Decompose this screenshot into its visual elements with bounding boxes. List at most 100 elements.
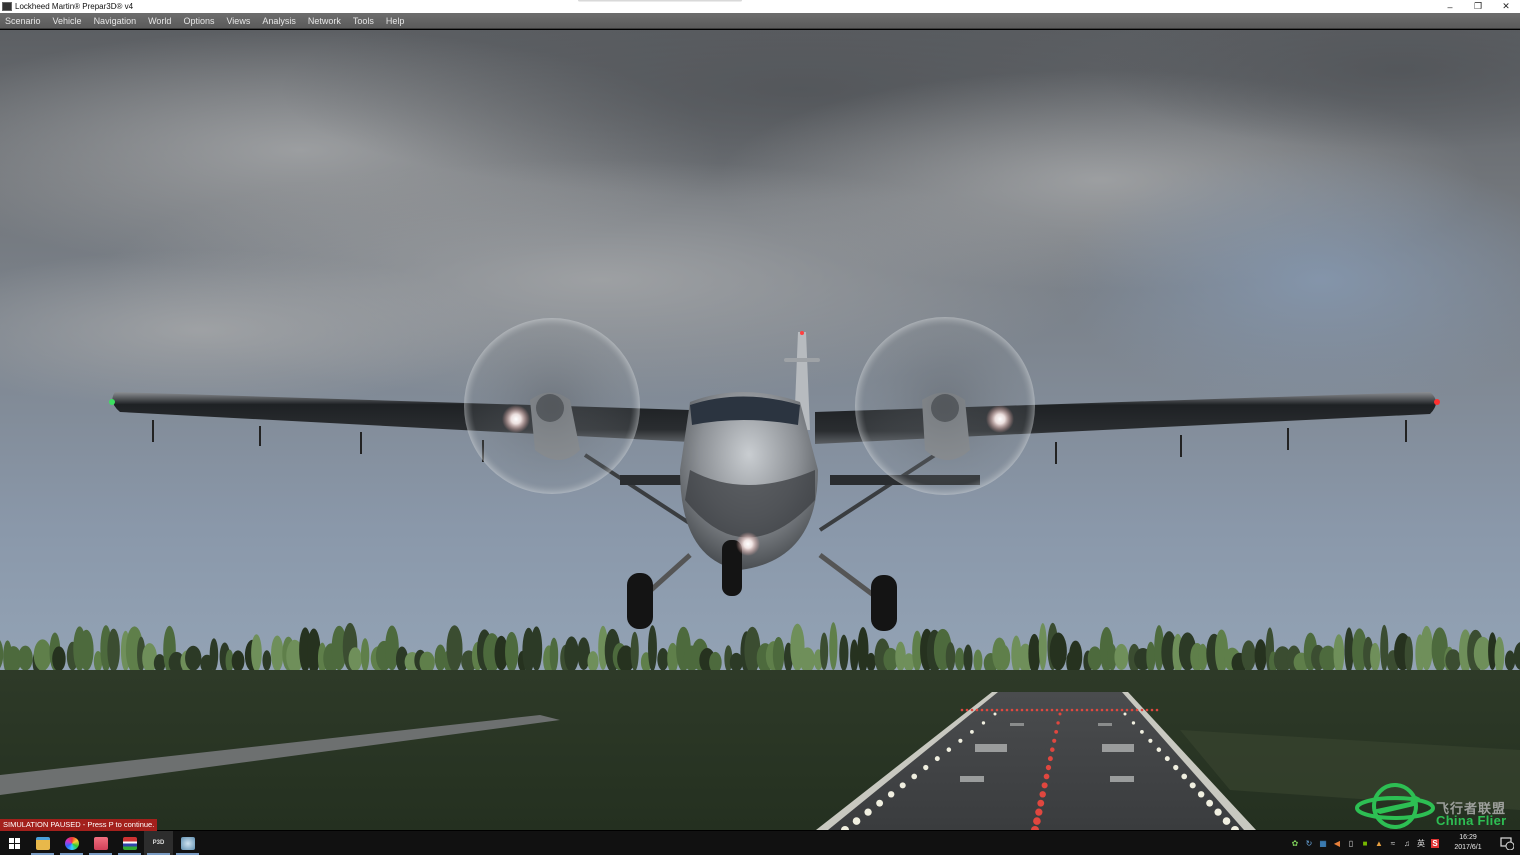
taskbar-flag-app[interactable] [115,831,144,855]
tree [839,634,849,672]
tree [1445,649,1461,672]
tray-usb-icon[interactable]: ▯ [1344,831,1358,855]
edge-light [1140,729,1144,734]
notification-icon [1500,837,1514,850]
start-button[interactable] [0,831,28,855]
tree [857,627,869,674]
taskbar-file-explorer[interactable] [28,831,57,855]
left-landing-light [502,405,530,433]
tray-speaker-icon[interactable]: ♫ [1400,831,1414,855]
tree [799,647,815,673]
edge-light [876,799,884,807]
tray-app-blue-icon[interactable]: ▦ [1316,831,1330,855]
menu-scenario[interactable]: Scenario [0,13,47,29]
threshold-light [1045,708,1049,712]
china-flier-watermark: 飞行者联盟 China Flier [1350,780,1520,832]
china-flier-logo-icon [1355,783,1435,829]
left-nav-light [109,399,115,405]
menu-world[interactable]: World [142,13,177,29]
threshold-light [1115,708,1119,712]
edge-light [1181,773,1188,780]
threshold-light [1140,708,1144,712]
menu-views[interactable]: Views [220,13,256,29]
tree [1420,625,1433,671]
edge-light [899,782,906,789]
edge-light [923,764,929,771]
centerline-light [1039,791,1046,798]
centerline-light [1052,738,1057,743]
threshold-light [1030,708,1034,712]
action-center-button[interactable] [1494,831,1520,855]
restore-button[interactable]: ❐ [1464,0,1492,13]
threshold-light [1080,708,1084,712]
clock-time: 16:29 [1459,834,1477,841]
tray-clock[interactable]: 16:29 2017/6/1 [1442,833,1494,853]
close-button[interactable]: ✕ [1492,0,1520,13]
edge-light [1131,721,1136,725]
taskbar-color-wheel-app[interactable] [57,831,86,855]
threshold-light [1025,708,1029,712]
tray-leaf-icon[interactable]: ✿ [1288,831,1302,855]
menu-tools[interactable]: Tools [347,13,380,29]
threshold-light [1040,708,1044,712]
tray-person-badge-icon[interactable]: ▲ [1372,831,1386,855]
menu-options[interactable]: Options [177,13,220,29]
threshold-light [1130,708,1134,712]
minimize-button[interactable]: – [1436,0,1464,13]
threshold-light [1110,708,1114,712]
threshold-light [970,708,974,712]
edge-light [934,756,940,762]
watermark-english-text: China Flier [1436,813,1507,828]
tree [549,637,559,672]
menu-analysis[interactable]: Analysis [256,13,302,29]
tree [231,650,245,672]
tree [866,652,876,672]
window-title: Lockheed Martin® Prepar3D® v4 [15,2,134,11]
centerline-light [1045,764,1052,771]
edge-light [1164,756,1170,762]
menu-network[interactable]: Network [302,13,347,29]
threshold-light [1150,708,1154,712]
threshold-light [980,708,984,712]
threshold-light [1020,708,1024,712]
tree [209,638,219,672]
menu-help[interactable]: Help [380,13,411,29]
menu-vehicle[interactable]: Vehicle [47,13,88,29]
tree [1038,623,1047,671]
tree [850,639,859,673]
centerline-light [1058,712,1062,716]
tree [772,636,785,673]
centerline-light [1037,799,1045,807]
taskbar-p3d[interactable]: P3D [144,831,173,855]
taskbar-pink-app[interactable] [86,831,115,855]
threshold-light [1135,708,1139,712]
threshold-light [1050,708,1054,712]
tree [648,625,657,672]
minimize-icon: – [1447,1,1453,12]
threshold-light [1005,708,1009,712]
tray-network-sync-icon[interactable]: ↻ [1302,831,1316,855]
edge-light [1206,799,1214,807]
menu-navigation[interactable]: Navigation [88,13,143,29]
simulator-viewport[interactable] [0,30,1520,830]
centerline-light [1035,808,1043,816]
tray-orange-arrow-icon[interactable]: ◀ [1330,831,1344,855]
flag-app-icon [122,836,137,850]
edge-light [993,712,997,716]
centerline-light [1047,756,1053,762]
centerline-light [1056,721,1060,725]
tray-wifi-icon[interactable]: ≈ [1386,831,1400,855]
threshold-light [995,708,999,712]
tray-ime-icon[interactable]: 英 [1414,831,1428,855]
tray-nvidia-icon[interactable]: ■ [1358,831,1372,855]
threshold-light [1085,708,1089,712]
tree [1241,640,1256,672]
tree [1028,633,1041,674]
tray-red-s-icon[interactable]: S [1428,831,1442,855]
edge-light [1197,791,1205,798]
globe-app-icon [180,836,195,850]
threshold-light [1105,708,1109,712]
taskbar-globe-app[interactable] [173,831,202,855]
tree [829,622,838,671]
prepar3d-window: Lockheed Martin® Prepar3D® v4 – ❐ ✕ Scen… [0,0,1520,855]
